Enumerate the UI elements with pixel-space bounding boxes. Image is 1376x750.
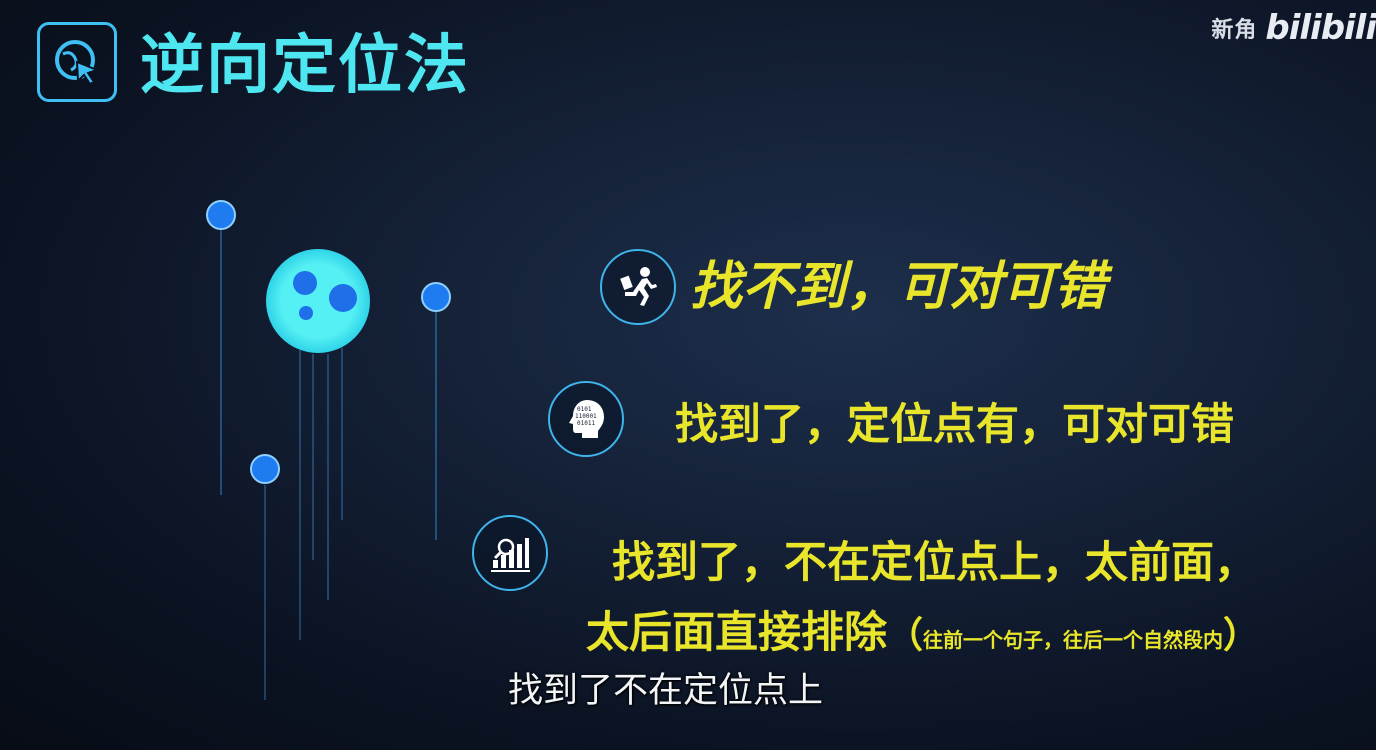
decorative-nodes <box>206 200 451 700</box>
item-3-line-1: 找到了，不在定位点上，太前面， <box>612 538 1257 588</box>
item-3-line-2: 太后面直接排除（往前一个句子，往后一个自然段内） <box>586 604 1259 669</box>
item-1-text: 找不到，可对可错 <box>690 257 1107 317</box>
svg-text:01011: 01011 <box>577 420 595 427</box>
running-person-icon <box>600 249 676 325</box>
watermark: 新角 bilibili <box>1211 8 1376 48</box>
brain-head-icon: 0101 110001 01011 <box>548 381 624 457</box>
bar-chart-icon <box>472 515 548 591</box>
node-dot <box>250 454 280 484</box>
watermark-text: 新角 <box>1211 18 1258 43</box>
item-3-note: 往前一个句子，往后一个自然段内 <box>923 628 1224 652</box>
item-3-line-2-main: 太后面直接排除 <box>586 608 887 658</box>
svg-text:0101: 0101 <box>577 406 592 413</box>
subtitle-caption: 找到了不在定位点上 <box>508 671 824 711</box>
node-dot <box>421 282 451 312</box>
item-2-text: 找到了，定位点有，可对可错 <box>675 400 1234 450</box>
item-3-paren-open: （ <box>887 615 924 656</box>
item-3-paren-close: ） <box>1223 615 1260 656</box>
bilibili-logo: bilibili <box>1265 8 1376 48</box>
svg-text:110001: 110001 <box>575 413 597 420</box>
node-dot <box>206 200 236 230</box>
